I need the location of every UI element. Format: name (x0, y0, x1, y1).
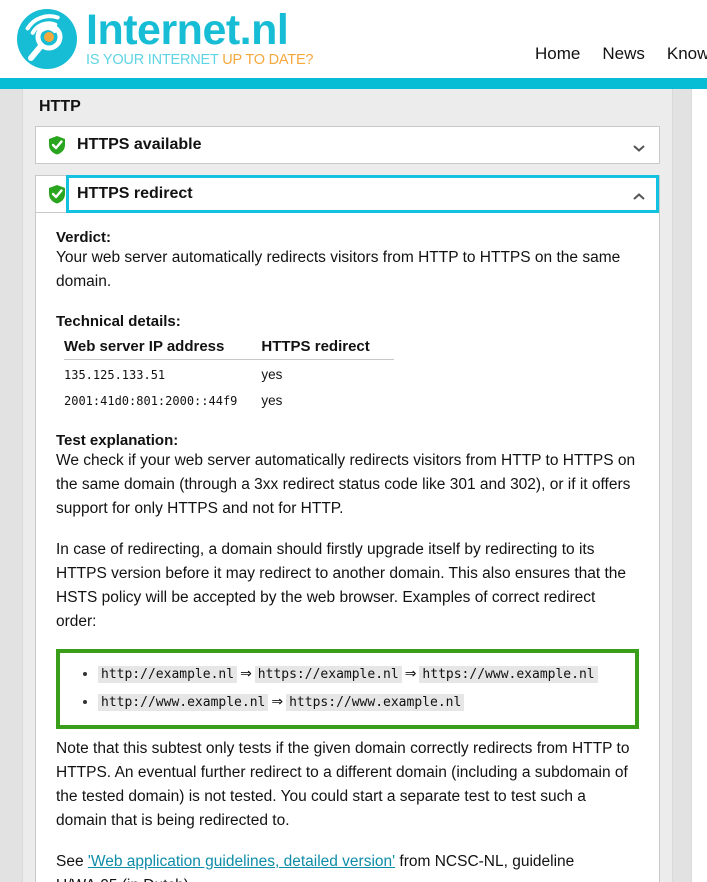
example-url: https://www.example.nl (419, 666, 598, 683)
arrow-icon: ⇒ (240, 666, 252, 682)
reference-paragraph: See 'Web application guidelines, detaile… (56, 850, 639, 882)
arrow-icon: ⇒ (404, 666, 417, 682)
example-url: http://www.example.nl (98, 694, 269, 711)
logo-tagline-secondary: UP TO DATE? (222, 52, 314, 69)
column-header-https-redirect: HTTPS redirect (261, 336, 394, 360)
shield-check-icon (48, 184, 66, 204)
cell-redirect-value: yes (261, 393, 283, 408)
page-body: HTTP HTTPS available HTTPS redirect Verd… (0, 89, 707, 882)
redirect-examples-box: http://example.nl⇒https://example.nl⇒htt… (56, 649, 639, 729)
test-explanation-paragraph-1: We check if your web server automaticall… (56, 452, 636, 517)
site-header: Internet.nl IS YOUR INTERNET UP TO DATE?… (0, 0, 707, 78)
list-item: http://www.example.nl⇒https://www.exampl… (98, 688, 635, 716)
table-header-row: Web server IP address HTTPS redirect (64, 336, 394, 360)
panel-https-available: HTTPS available (35, 126, 660, 164)
left-gutter (0, 89, 22, 882)
technical-details-table: Web server IP address HTTPS redirect 135… (64, 336, 394, 412)
right-gutter (673, 89, 691, 882)
page-title: HTTP (39, 98, 81, 115)
test-explanation-paragraph-2: In case of redirecting, a domain should … (56, 541, 627, 630)
logo-name: Internet.nl (86, 5, 289, 54)
web-application-guidelines-link[interactable]: 'Web application guidelines, detailed ve… (88, 853, 395, 870)
cell-ip-address: 2001:41d0:801:2000::44f9 (64, 393, 238, 408)
nav-item-knowledge[interactable]: Know (667, 44, 707, 64)
cell-redirect-value: yes (261, 367, 283, 382)
verdict-heading: Verdict: (56, 229, 112, 246)
site-logo[interactable]: Internet.nl IS YOUR INTERNET UP TO DATE? (0, 8, 313, 70)
panel-https-redirect: HTTPS redirect Verdict: Your web server … (35, 175, 660, 882)
verdict-text: Your web server automatically redirects … (56, 249, 621, 290)
example-url: http://example.nl (98, 666, 238, 683)
internet-nl-logo-icon (16, 8, 78, 70)
panel-header-https-redirect[interactable]: HTTPS redirect (35, 175, 660, 213)
redirect-examples-list: http://example.nl⇒https://example.nl⇒htt… (60, 660, 635, 716)
nav-item-home[interactable]: Home (535, 44, 580, 64)
reference-prefix: See (56, 853, 88, 870)
page-scrollbar[interactable] (691, 89, 707, 882)
panel-label: HTTPS available (77, 136, 202, 153)
nav-item-news[interactable]: News (602, 44, 645, 64)
arrow-icon: ⇒ (271, 694, 284, 710)
chevron-down-icon[interactable] (631, 140, 647, 152)
example-url: https://example.nl (254, 666, 402, 683)
table-row: 2001:41d0:801:2000::44f9 yes (64, 386, 394, 412)
panel-label: HTTPS redirect (77, 185, 193, 202)
test-explanation-heading: Test explanation: (56, 432, 179, 449)
test-explanation-paragraph-3: Note that this subtest only tests if the… (56, 740, 630, 829)
cell-ip-address: 135.125.133.51 (64, 367, 166, 382)
panel-body-https-redirect: Verdict: Your web server automatically r… (35, 213, 660, 882)
column-header-ip-address: Web server IP address (64, 336, 262, 360)
main-navigation: Home News Know (535, 44, 707, 64)
logo-wordmark: Internet.nl IS YOUR INTERNET UP TO DATE? (86, 5, 314, 69)
list-item: http://example.nl⇒https://example.nl⇒htt… (98, 660, 635, 688)
logo-tagline-primary: IS YOUR INTERNET (86, 52, 219, 69)
technical-details-heading: Technical details: (56, 313, 181, 330)
example-url: https://www.example.nl (286, 694, 465, 711)
content-container: HTTP HTTPS available HTTPS redirect Verd… (22, 89, 673, 882)
table-row: 135.125.133.51 yes (64, 360, 394, 387)
chevron-up-icon[interactable] (631, 189, 647, 200)
shield-check-icon (48, 135, 66, 155)
logo-tagline: IS YOUR INTERNET UP TO DATE? (86, 52, 314, 69)
panel-header-https-available[interactable]: HTTPS available (35, 126, 660, 164)
header-accent-bar (0, 78, 707, 89)
